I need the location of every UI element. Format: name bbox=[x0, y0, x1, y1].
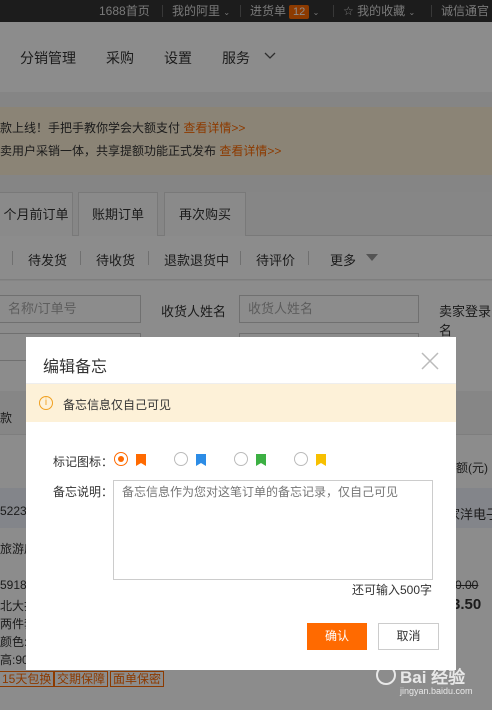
paw-icon bbox=[376, 665, 396, 685]
watermark-sub: jingyan.baidu.com bbox=[400, 686, 473, 696]
edit-memo-dialog: 编辑备忘 i 备忘信息仅自己可见 标记图标： 备忘说明： 还可输入500字 确认… bbox=[26, 337, 456, 670]
flag-label: 标记图标： bbox=[53, 455, 114, 469]
watermark-main: Bai 经验 bbox=[400, 668, 466, 687]
memo-label: 备忘说明： bbox=[53, 485, 114, 499]
close-icon[interactable] bbox=[420, 351, 440, 371]
memo-textarea[interactable] bbox=[113, 480, 433, 580]
flag-radio-blue[interactable] bbox=[174, 452, 188, 466]
flag-green-icon[interactable] bbox=[256, 454, 266, 466]
flag-yellow-icon[interactable] bbox=[316, 454, 326, 466]
cancel-button[interactable]: 取消 bbox=[378, 623, 439, 650]
flag-radio-orange[interactable] bbox=[114, 452, 128, 466]
flag-orange-icon[interactable] bbox=[136, 454, 146, 466]
flag-blue-icon[interactable] bbox=[196, 454, 206, 466]
info-icon: i bbox=[39, 396, 53, 410]
confirm-button[interactable]: 确认 bbox=[307, 623, 367, 650]
flag-radio-green[interactable] bbox=[234, 452, 248, 466]
baidu-jingyan-watermark: Bai 经验 jingyan.baidu.com bbox=[376, 663, 486, 703]
dialog-title: 编辑备忘 bbox=[43, 359, 108, 376]
tip-text: 备忘信息仅自己可见 bbox=[63, 398, 172, 412]
flag-radio-yellow[interactable] bbox=[294, 452, 308, 466]
privacy-tip: i 备忘信息仅自己可见 bbox=[26, 383, 456, 422]
char-counter: 还可输入500字 bbox=[352, 583, 433, 597]
